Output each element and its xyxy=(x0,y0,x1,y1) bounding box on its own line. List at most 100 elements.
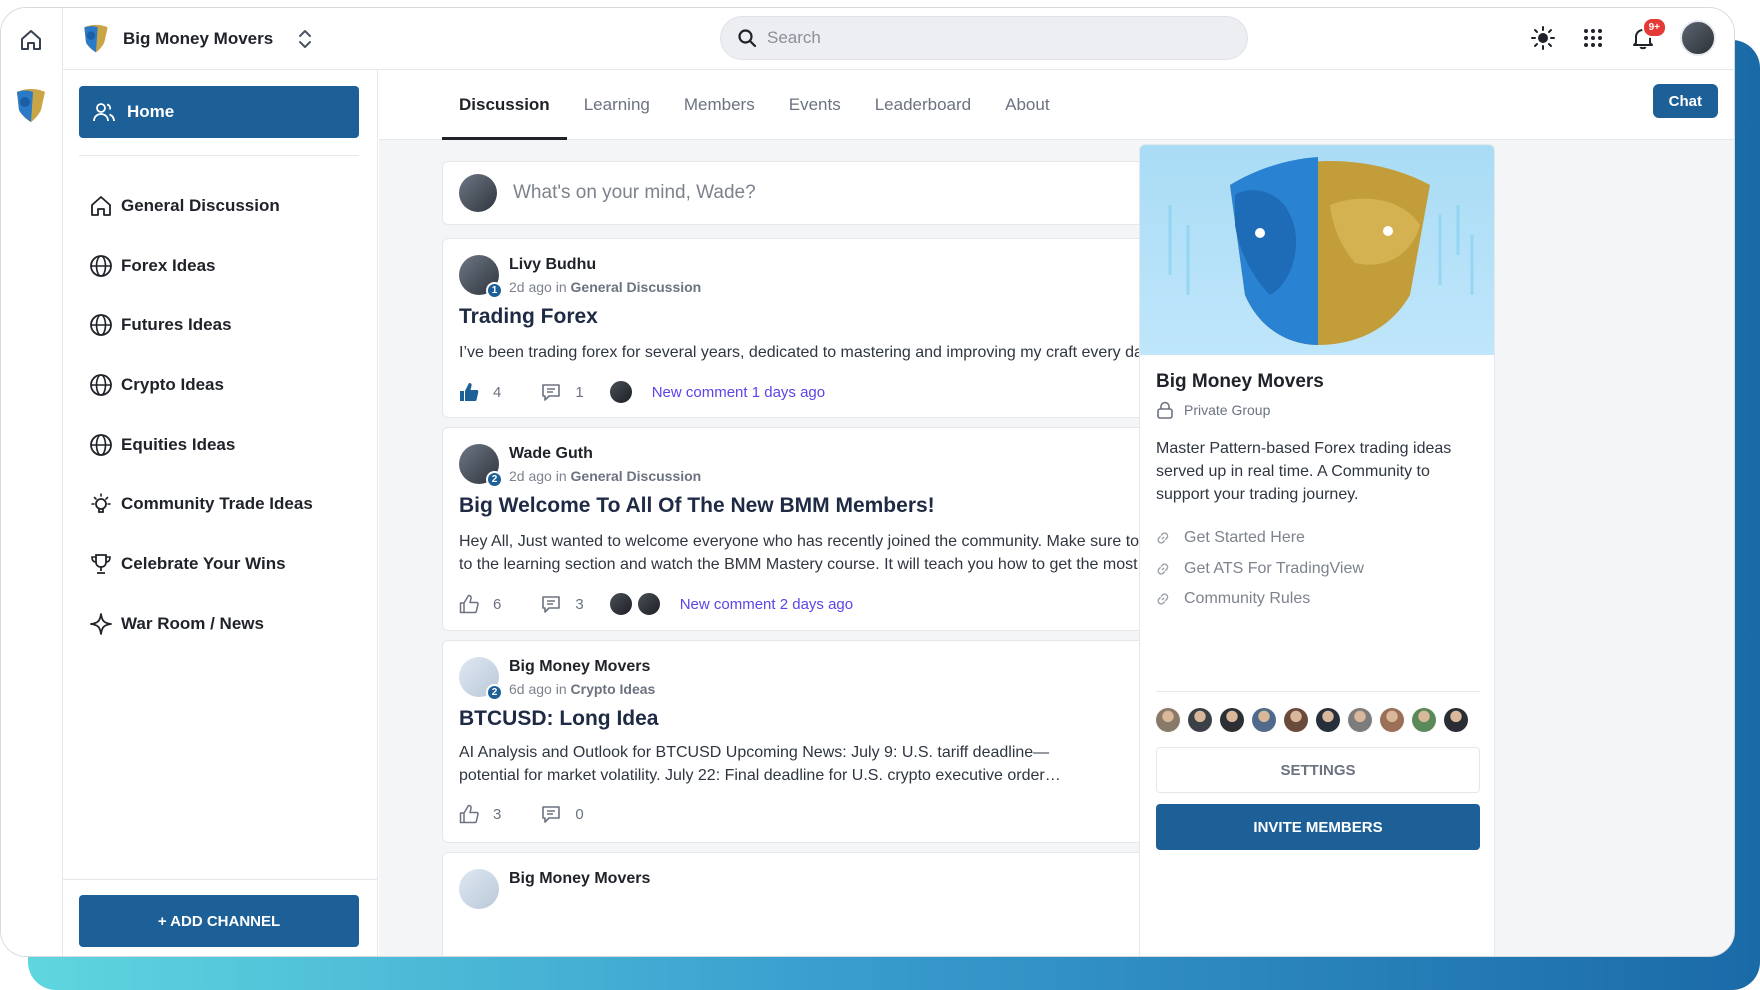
globe-icon xyxy=(90,433,112,456)
apps-grid-icon[interactable] xyxy=(1580,25,1606,51)
invite-members-button[interactable]: INVITE MEMBERS xyxy=(1156,804,1480,850)
sidebar-item-label: Futures Ideas xyxy=(121,315,232,335)
post-time: 2d ago xyxy=(509,279,552,295)
tab-about[interactable]: About xyxy=(988,70,1066,140)
community-logo-icon[interactable] xyxy=(11,88,51,124)
post-author[interactable]: Wade Guth xyxy=(509,445,701,463)
new-comment-link[interactable]: New comment 1 days ago xyxy=(652,384,825,401)
member-avatar[interactable] xyxy=(1284,708,1308,732)
post-footer: 6 3 New comment 2 days ago xyxy=(459,591,853,617)
sidebar-item-label: War Room / News xyxy=(121,613,264,633)
link-label: Get Started Here xyxy=(1184,529,1305,547)
post-author[interactable]: Livy Budhu xyxy=(509,256,701,274)
member-avatar[interactable] xyxy=(1156,708,1180,732)
avatar[interactable] xyxy=(607,591,634,617)
link-get-started-here[interactable]: Get Started Here xyxy=(1156,523,1364,554)
comment-icon[interactable] xyxy=(541,594,561,614)
post-card[interactable]: 1 Livy Budhu 2d ago in General Discussio… xyxy=(442,238,1257,418)
thumbs-up-filled-icon[interactable] xyxy=(459,382,479,402)
settings-button[interactable]: SETTINGS xyxy=(1156,747,1480,793)
notification-badge: 9+ xyxy=(1641,17,1667,38)
divider xyxy=(79,155,359,156)
sidebar-item-home[interactable]: Home xyxy=(79,86,359,138)
link-label: Get ATS For TradingView xyxy=(1184,559,1364,577)
comment-count: 3 xyxy=(575,595,584,613)
sidebar-item-forex-ideas[interactable]: Forex Ideas xyxy=(89,236,359,296)
member-avatar[interactable] xyxy=(1252,708,1276,732)
sidebar-item-crypto-ideas[interactable]: Crypto Ideas xyxy=(89,355,359,415)
tab-leaderboard[interactable]: Leaderboard xyxy=(858,70,988,140)
thumbs-up-icon[interactable] xyxy=(459,594,479,614)
sidebar-item-celebrate-your-wins[interactable]: Celebrate Your Wins xyxy=(89,534,359,594)
link-get-ats[interactable]: Get ATS For TradingView xyxy=(1156,554,1364,585)
globe-icon xyxy=(90,314,112,337)
thumbs-up-icon[interactable] xyxy=(459,804,479,824)
post-body-line: AI Analysis and Outlook for BTCUSD Upcom… xyxy=(459,744,1050,761)
sidebar-item-community-trade-ideas[interactable]: Community Trade Ideas xyxy=(89,474,359,534)
tab-events[interactable]: Events xyxy=(772,70,858,140)
comment-icon[interactable] xyxy=(541,382,561,402)
post-time: 2d ago xyxy=(509,468,552,484)
comment-icon[interactable] xyxy=(541,804,561,824)
post-channel[interactable]: General Discussion xyxy=(571,468,702,484)
user-avatar[interactable] xyxy=(1680,20,1716,56)
post-body-line: potential for market volatility. July 22… xyxy=(459,767,1061,784)
post-author[interactable]: Big Money Movers xyxy=(509,658,655,676)
avatar[interactable]: 1 xyxy=(459,255,503,299)
post-footer: 4 1 New comment 1 days ago xyxy=(459,379,825,405)
link-icon xyxy=(1157,563,1169,575)
tab-discussion[interactable]: Discussion xyxy=(442,70,567,140)
avatar[interactable] xyxy=(459,869,499,909)
search-icon xyxy=(738,29,757,48)
post-card[interactable]: 2 Big Money Movers 6d ago in Crypto Idea… xyxy=(442,640,1257,843)
member-avatar[interactable] xyxy=(1220,708,1244,732)
avatar[interactable] xyxy=(607,379,634,405)
home-icon[interactable] xyxy=(19,28,43,52)
post-title[interactable]: Big Welcome To All Of The New BMM Member… xyxy=(459,494,935,518)
post-channel[interactable]: General Discussion xyxy=(571,279,702,295)
new-comment-link[interactable]: New comment 2 days ago xyxy=(680,596,853,613)
post-header: 2 Big Money Movers 6d ago in Crypto Idea… xyxy=(459,657,656,701)
avatar[interactable]: 2 xyxy=(459,657,503,701)
post-title[interactable]: BTCUSD: Long Idea xyxy=(459,707,659,731)
link-community-rules[interactable]: Community Rules xyxy=(1156,584,1364,615)
sidebar-item-futures-ideas[interactable]: Futures Ideas xyxy=(89,295,359,355)
community-switcher[interactable]: Big Money Movers xyxy=(79,24,313,54)
sun-icon[interactable] xyxy=(1530,25,1556,51)
top-actions: 9+ xyxy=(1530,17,1716,56)
add-channel-button[interactable]: + ADD CHANNEL xyxy=(79,895,359,947)
post-card[interactable]: 2 Wade Guth 2d ago in General Discussion… xyxy=(442,427,1257,631)
post-body-line: to the learning section and watch the BM… xyxy=(459,556,1176,573)
notifications-button[interactable]: 9+ xyxy=(1630,17,1667,51)
search-placeholder: Search xyxy=(767,28,821,47)
post-composer[interactable]: What's on your mind, Wade? xyxy=(442,161,1257,225)
post-card[interactable]: Big Money Movers ··· xyxy=(442,852,1257,956)
member-avatar[interactable] xyxy=(1316,708,1340,732)
tab-list: Discussion Learning Members Events Leade… xyxy=(442,70,1067,140)
post-body: Hey All, Just wanted to welcome everyone… xyxy=(459,530,1176,576)
sidebar-item-general-discussion[interactable]: General Discussion xyxy=(89,176,359,236)
sparkle-icon xyxy=(90,612,112,635)
sidebar-item-equities-ideas[interactable]: Equities Ideas xyxy=(89,415,359,475)
member-avatar[interactable] xyxy=(1188,708,1212,732)
member-avatar[interactable] xyxy=(1380,708,1404,732)
member-avatar[interactable] xyxy=(1348,708,1372,732)
member-avatar[interactable] xyxy=(1412,708,1436,732)
search-input[interactable]: Search xyxy=(720,16,1248,60)
member-avatar[interactable] xyxy=(1444,708,1468,732)
avatar[interactable] xyxy=(635,591,662,617)
channel-sidebar: Home General Discussion Forex Ideas Futu… xyxy=(63,70,378,956)
chat-button[interactable]: Chat xyxy=(1652,84,1718,118)
avatar[interactable]: 2 xyxy=(459,444,503,488)
post-title[interactable]: Trading Forex xyxy=(459,305,598,329)
home-icon xyxy=(91,195,111,216)
chevron-updown-icon xyxy=(299,30,312,48)
tab-members[interactable]: Members xyxy=(667,70,772,140)
post-author[interactable]: Big Money Movers xyxy=(509,870,650,888)
tab-learning[interactable]: Learning xyxy=(567,70,667,140)
sidebar-item-war-room-news[interactable]: War Room / News xyxy=(89,594,359,654)
post-channel[interactable]: Crypto Ideas xyxy=(571,681,656,697)
post-in-word: in xyxy=(555,681,567,697)
post-header: 1 Livy Budhu 2d ago in General Discussio… xyxy=(459,255,702,299)
globe-icon xyxy=(90,374,112,396)
